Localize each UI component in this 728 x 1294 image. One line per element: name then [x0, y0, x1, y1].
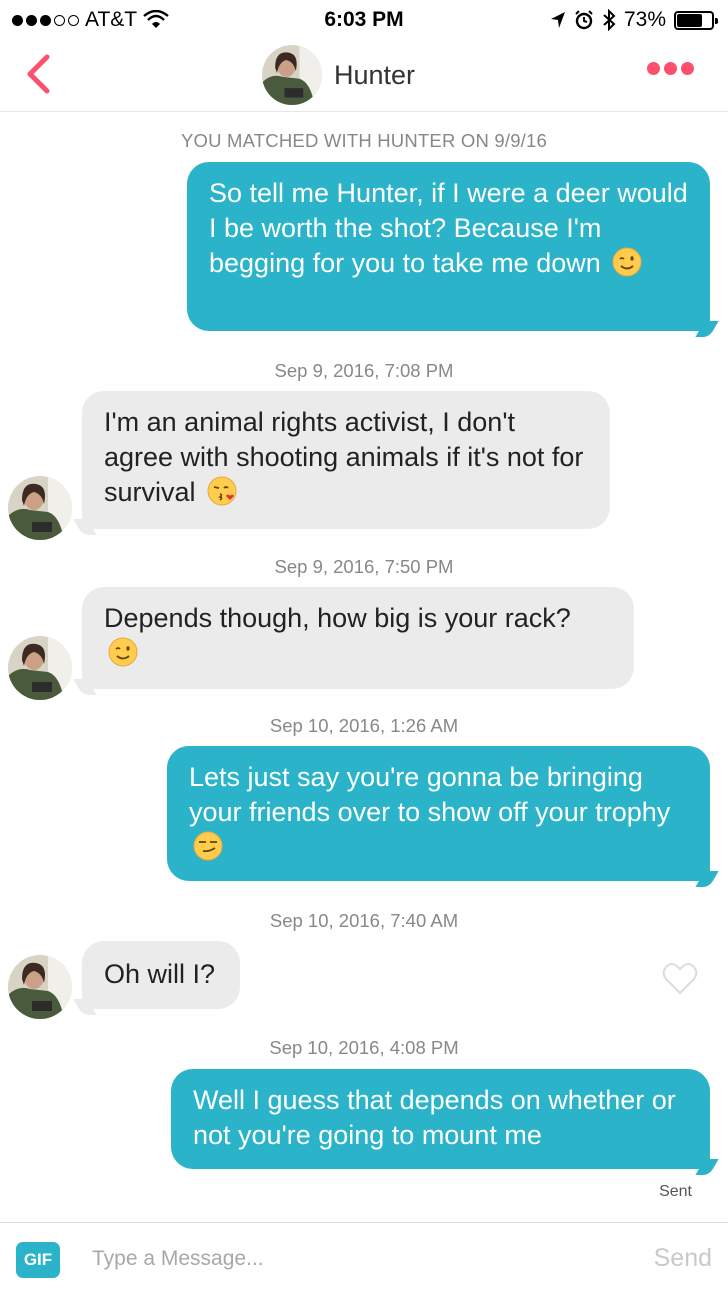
status-right: 73% — [550, 8, 718, 32]
match-profile[interactable]: Hunter — [262, 45, 415, 105]
message-text: Oh will I? — [104, 959, 216, 989]
message-input[interactable] — [92, 1239, 612, 1279]
chevron-left-icon — [27, 54, 50, 94]
message-timestamp: Sep 9, 2016, 7:08 PM — [274, 360, 454, 381]
battery-percent: 73% — [623, 8, 666, 31]
match-notice: YOU MATCHED WITH HUNTER ON 9/9/16 — [180, 130, 547, 151]
sent-status: Sent — [659, 1183, 692, 1200]
battery-icon — [674, 10, 718, 30]
outgoing-message[interactable]: Lets just say you're gonna be bringing y… — [167, 746, 710, 881]
message-timestamp: Sep 10, 2016, 7:40 AM — [269, 910, 459, 931]
message-text: I'm an animal rights activist, I don't a… — [104, 407, 584, 507]
incoming-message[interactable]: I'm an animal rights activist, I don't a… — [82, 391, 610, 529]
more-options-button[interactable] — [647, 62, 694, 75]
message-text: Well I guess that depends on whether or … — [193, 1085, 676, 1150]
face-blowing-kiss-emoji — [207, 476, 237, 506]
message-timestamp: Sep 10, 2016, 1:26 AM — [269, 715, 459, 736]
incoming-message[interactable]: Depends though, how big is your rack? — [82, 587, 634, 689]
avatar[interactable] — [8, 955, 72, 1019]
chat-header: Hunter — [0, 40, 728, 112]
message-timestamp: Sep 10, 2016, 4:08 PM — [269, 1037, 459, 1058]
winking-face-emoji — [108, 637, 138, 667]
back-button[interactable] — [20, 52, 56, 96]
incoming-message[interactable]: Oh will I? — [82, 941, 240, 1009]
winking-face-emoji — [612, 247, 642, 277]
message-text: Depends though, how big is your rack? — [104, 603, 571, 633]
avatar[interactable] — [262, 45, 322, 105]
message-timestamp: Sep 9, 2016, 7:50 PM — [274, 556, 454, 577]
gif-button[interactable]: GIF — [16, 1242, 60, 1278]
avatar[interactable] — [8, 636, 72, 700]
bluetooth-icon — [603, 9, 616, 31]
battery-level — [677, 13, 702, 27]
message-text: Lets just say you're gonna be bringing y… — [189, 762, 671, 827]
send-button[interactable]: Send — [654, 1244, 712, 1273]
outgoing-message[interactable]: Well I guess that depends on whether or … — [171, 1069, 710, 1169]
heart-icon[interactable] — [662, 962, 698, 996]
match-name[interactable]: Hunter — [334, 60, 415, 91]
avatar[interactable] — [8, 476, 72, 540]
chat-screen: AT&T 6:03 PM 73% Hunter YOU MATCHED WITH… — [0, 0, 728, 1294]
message-composer: GIF Send — [0, 1222, 728, 1294]
outgoing-message[interactable]: So tell me Hunter, if I were a deer woul… — [187, 162, 710, 331]
location-arrow-icon — [550, 12, 565, 28]
smirking-face-emoji — [193, 831, 223, 861]
status-bar: AT&T 6:03 PM 73% — [0, 0, 728, 40]
alarm-clock-icon — [575, 10, 593, 30]
